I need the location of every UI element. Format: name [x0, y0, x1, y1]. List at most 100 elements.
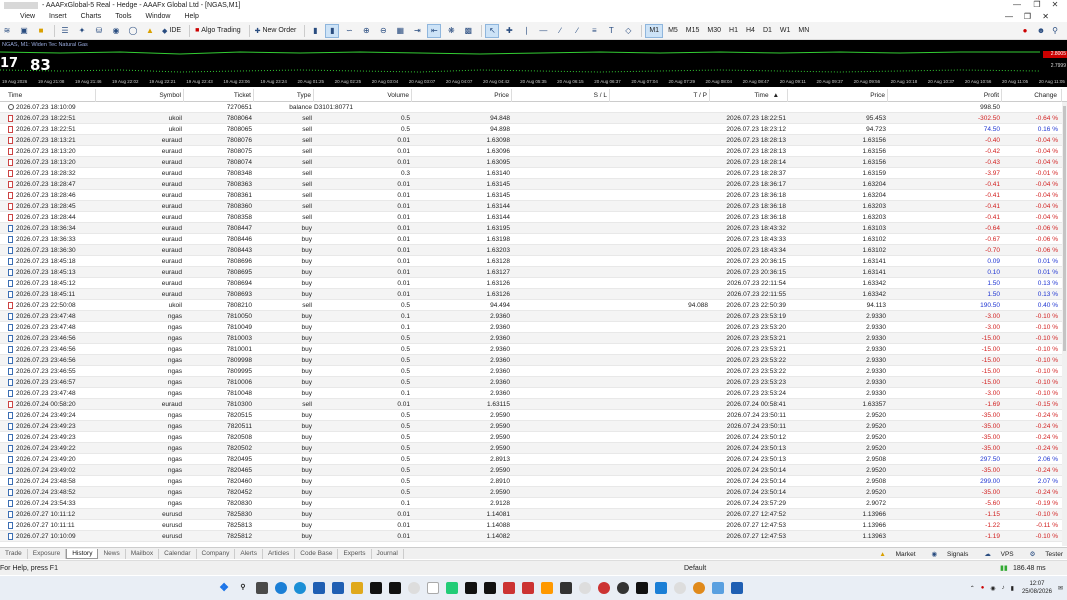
table-row[interactable]: 2026.07.23 22:50:08 ukoil 7808210 sell 0.5 94…	[0, 300, 1062, 311]
table-row[interactable]: 2026.07.23 18:13:21 euraud 7808076 sell 0.01…	[0, 135, 1062, 146]
new-chart-icon[interactable]: ▣	[17, 24, 31, 38]
volume-icon[interactable]: ♪	[1002, 585, 1005, 591]
data-window-icon[interactable]: ⛁	[92, 24, 106, 38]
table-row[interactable]: 2026.07.24 23:49:23 ngas 7820508 buy 0.5 2.95…	[0, 432, 1062, 443]
tray-chevron-icon[interactable]: ⌃	[970, 585, 975, 592]
templates-icon[interactable]: ▩	[461, 24, 475, 38]
app-icon-2[interactable]	[332, 582, 344, 594]
tf-h4[interactable]: H4	[743, 24, 758, 38]
signals-icon[interactable]: ◉	[109, 24, 123, 38]
tab-experts[interactable]: Experts	[338, 548, 372, 559]
table-row[interactable]: 2026.07.24 00:58:20 euraud 7810300 sell 0.01…	[0, 399, 1062, 410]
signals-button[interactable]: ◉ Signals	[924, 550, 969, 558]
new-order-button[interactable]: ✚ New Order	[253, 24, 299, 38]
battery-icon[interactable]: ▮	[1011, 585, 1014, 592]
indicators-icon[interactable]: ❋	[444, 24, 458, 38]
tab-calendar[interactable]: Calendar	[159, 548, 197, 559]
vps-button[interactable]: ☁ VPS	[976, 550, 1013, 558]
menu-window[interactable]: Window	[146, 13, 171, 20]
profiles-icon[interactable]: ■	[34, 24, 48, 38]
chrome-icon-3[interactable]	[674, 582, 686, 594]
col-change[interactable]: Change	[1002, 89, 1062, 102]
table-row[interactable]: 2026.07.24 23:49:23 ngas 7820511 buy 0.5 2.95…	[0, 421, 1062, 432]
table-row[interactable]: 2026.07.23 23:46:56 ngas 7810003 buy 0.5 2.93…	[0, 333, 1062, 344]
mdi-minimize-icon[interactable]: —	[1005, 12, 1013, 21]
menu-insert[interactable]: Insert	[49, 13, 67, 20]
col-type[interactable]: Type	[254, 89, 314, 102]
ide-button[interactable]: ◆ IDE	[160, 24, 183, 38]
tab-mailbox[interactable]: Mailbox	[126, 548, 160, 559]
table-row[interactable]: 2026.07.23 18:45:13 euraud 7808695 buy 0.01 1…	[0, 267, 1062, 278]
bar-chart-icon[interactable]: ▮	[308, 24, 322, 38]
chrome-icon-2[interactable]	[579, 582, 591, 594]
trendline-icon[interactable]: ∕	[553, 24, 567, 38]
tab-articles[interactable]: Articles	[263, 548, 296, 559]
chrome-icon[interactable]	[408, 582, 420, 594]
table-row[interactable]: 2026.07.23 18:28:44 euraud 7808358 sell 0.01…	[0, 212, 1062, 223]
menu-view[interactable]: View	[20, 13, 35, 20]
tab-news[interactable]: News	[98, 548, 126, 559]
table-row[interactable]: 2026.07.23 18:45:11 euraud 7808693 buy 0.01 1…	[0, 289, 1062, 300]
zoom-in-icon[interactable]: ⊕	[359, 24, 373, 38]
table-row[interactable]: 2026.07.23 18:36:34 euraud 7808447 buy 0.01 1…	[0, 223, 1062, 234]
table-row[interactable]: 2026.07.23 18:13:20 euraud 7808075 sell 0.01…	[0, 146, 1062, 157]
menu-charts[interactable]: Charts	[81, 13, 102, 20]
menu-file[interactable]: File	[0, 13, 6, 20]
taskbar-search-icon[interactable]: ⚲	[237, 582, 249, 594]
app-icon-17[interactable]	[693, 582, 705, 594]
database-icon[interactable]: ◯	[126, 24, 140, 38]
app-icon-8[interactable]	[484, 582, 496, 594]
app-icon-12[interactable]	[560, 582, 572, 594]
shapes-icon[interactable]: ◇	[621, 24, 635, 38]
table-row[interactable]: 2026.07.24 23:54:33 ngas 7820830 buy 0.1 2.91…	[0, 498, 1062, 509]
app-icon-10[interactable]	[522, 582, 534, 594]
col-price2[interactable]: Price	[788, 89, 888, 102]
tray-app-icon[interactable]: ●	[981, 585, 985, 591]
table-row[interactable]: 2026.07.24 23:49:24 ngas 7820515 buy 0.5 2.95…	[0, 410, 1062, 421]
app-icon-11[interactable]	[541, 582, 553, 594]
table-row[interactable]: 2026.07.23 23:46:56 ngas 7810001 buy 0.5 2.93…	[0, 344, 1062, 355]
browser-icon[interactable]	[294, 582, 306, 594]
tile-windows-icon[interactable]: ▦	[393, 24, 407, 38]
col-ticket[interactable]: Ticket	[184, 89, 254, 102]
market-watch-icon[interactable]: ✦	[75, 24, 89, 38]
text-icon[interactable]: T	[604, 24, 618, 38]
tf-d1[interactable]: D1	[760, 24, 775, 38]
table-row[interactable]: 2026.07.27 10:11:12 eurusd 7825830 buy 0.01 1…	[0, 509, 1062, 520]
tf-m30[interactable]: M30	[704, 24, 724, 38]
table-row[interactable]: 2026.07.23 23:47:48 ngas 7810050 buy 0.1 2.93…	[0, 311, 1062, 322]
app-icon-3[interactable]	[370, 582, 382, 594]
table-row[interactable]: 2026.07.27 10:11:11 eurusd 7825813 buy 0.01 1…	[0, 520, 1062, 531]
autoscroll-icon[interactable]: ⇤	[427, 23, 442, 38]
app-icon-9[interactable]	[503, 582, 515, 594]
app-icon-16[interactable]	[655, 582, 667, 594]
fibonacci-icon[interactable]: ≡	[587, 24, 601, 38]
table-row[interactable]: 2026.07.23 18:28:46 euraud 7808361 sell 0.01…	[0, 190, 1062, 201]
table-row[interactable]: 2026.07.24 23:48:58 ngas 7820460 buy 0.5 2.89…	[0, 476, 1062, 487]
candlestick-icon[interactable]: ▮	[325, 23, 340, 38]
table-row[interactable]: 2026.07.23 23:46:55 ngas 7809995 buy 0.5 2.93…	[0, 366, 1062, 377]
tab-exposure[interactable]: Exposure	[28, 548, 67, 559]
app-icon-6[interactable]	[446, 582, 458, 594]
tab-alerts[interactable]: Alerts	[235, 548, 263, 559]
col-symbol[interactable]: Symbol	[96, 89, 184, 102]
tf-m5[interactable]: M5	[665, 24, 681, 38]
chart-type-icon[interactable]: ≋	[0, 24, 14, 38]
col-volume[interactable]: Volume	[314, 89, 412, 102]
close-icon[interactable]: ✕	[1047, 0, 1063, 10]
horizontal-line-icon[interactable]: —	[536, 24, 550, 38]
file-explorer-icon[interactable]	[351, 582, 363, 594]
table-row[interactable]: 2026.07.23 18:28:32 euraud 7808348 sell 0.3 1…	[0, 168, 1062, 179]
notifications-icon[interactable]: ✉	[1058, 585, 1063, 592]
tab-company[interactable]: Company	[197, 548, 236, 559]
crosshair-icon[interactable]: ✚	[502, 24, 516, 38]
clock[interactable]: 12:07 25/08/2026	[1022, 580, 1052, 596]
table-row[interactable]: 2026.07.23 18:28:47 euraud 7808363 sell 0.01…	[0, 179, 1062, 190]
table-row[interactable]: 2026.07.27 10:10:09 eurusd 7825812 buy 0.01 1…	[0, 531, 1062, 542]
market-button[interactable]: ▲ Market	[871, 551, 915, 558]
cursor-icon[interactable]: ↖	[485, 23, 500, 38]
col-price[interactable]: Price	[412, 89, 512, 102]
app-icon-7[interactable]	[465, 582, 477, 594]
table-row[interactable]: 2026.07.23 18:22:51 ukoil 7808065 sell 0.5 94…	[0, 124, 1062, 135]
scrollbar-thumb[interactable]	[1063, 106, 1066, 351]
